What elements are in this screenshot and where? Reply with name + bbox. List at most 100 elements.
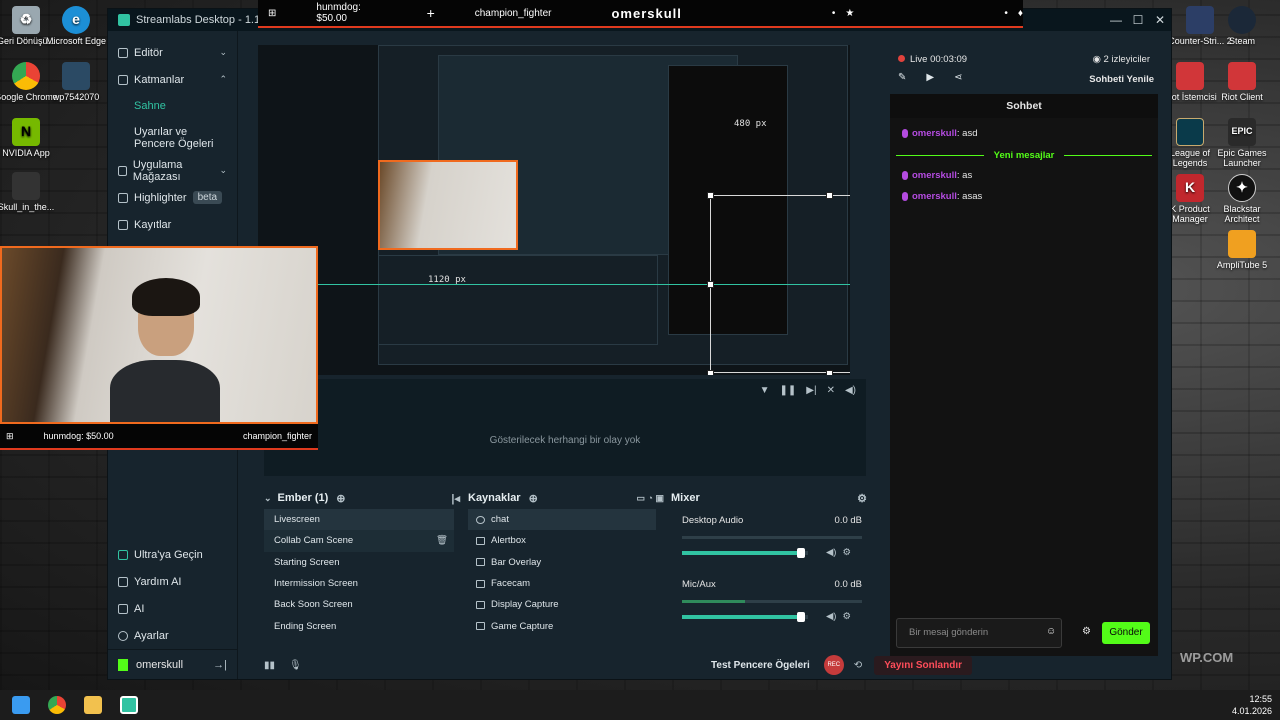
source-item[interactable]: Game Capture — [468, 615, 656, 636]
chevron-down-icon[interactable]: ⌄ — [264, 493, 272, 504]
scene-item[interactable]: Back Soon Screen — [264, 594, 454, 615]
video-icon[interactable]: ▶ — [926, 72, 934, 83]
maximize-button[interactable]: ☐ — [1127, 9, 1149, 31]
edit-icon[interactable]: ✎ — [898, 72, 906, 83]
volume-knob[interactable] — [797, 547, 806, 558]
speaker-icon[interactable]: ◀) — [826, 611, 836, 622]
chat-message-input[interactable]: Bir mesaj gönderin — [896, 618, 1062, 648]
logout-icon[interactable]: →| — [213, 659, 227, 671]
mute-alerts-icon[interactable]: ✕ — [827, 385, 835, 396]
gear-icon[interactable]: ⚙ — [857, 492, 867, 505]
beta-badge: beta — [192, 191, 223, 204]
system-clock[interactable]: 12:55 4.01.2026 — [1232, 693, 1272, 717]
riot-client-icon[interactable]: Riot Client — [1210, 62, 1274, 103]
gear-icon[interactable]: ⚙ — [842, 547, 851, 558]
source-item[interactable]: Bar Overlay — [468, 552, 656, 573]
close-button[interactable]: ✕ — [1149, 9, 1171, 31]
source-label: chat — [491, 514, 509, 526]
record-button[interactable]: REC — [823, 655, 844, 675]
add-source-icon[interactable]: ⊕ — [529, 492, 538, 505]
scene-item[interactable]: Collab Cam Scene 🗑 — [264, 530, 454, 552]
refresh-chat-button[interactable]: Sohbeti Yenile — [1089, 74, 1154, 85]
resize-handle[interactable] — [826, 192, 833, 199]
source-item[interactable]: Alertbox — [468, 530, 656, 551]
source-item[interactable]: Display Capture — [468, 594, 656, 615]
add-scene-icon[interactable]: ⊕ — [336, 492, 345, 505]
minimize-button[interactable]: — — [1105, 9, 1127, 31]
amplitube-icon[interactable]: AmpliTube 5 — [1210, 230, 1274, 271]
source-label: Display Capture — [491, 599, 559, 611]
volume-slider[interactable] — [682, 547, 808, 558]
volume-knob[interactable] — [797, 611, 806, 622]
collapse-icon[interactable]: |◂ — [451, 492, 460, 505]
sidebar-subitem-scene[interactable]: Sahne — [108, 97, 237, 115]
file-explorer-icon[interactable] — [84, 696, 102, 714]
recent-events-panel: ▼ ❚❚ ▶| ✕ ◀) Gösterilecek herhangi bir o… — [264, 379, 866, 476]
chat-username[interactable]: omerskull — [912, 170, 957, 181]
live-time: 00:03:09 — [930, 54, 968, 65]
test-widgets-button[interactable]: Test Pencere Ögeleri — [711, 660, 810, 671]
scene-item[interactable]: Starting Screen — [264, 552, 454, 573]
volume-slider[interactable] — [682, 611, 808, 622]
epic-icon[interactable]: EPIC Epic Games Launcher — [1210, 118, 1274, 169]
selection-box[interactable] — [710, 195, 850, 373]
chevron-down-icon: ⌄ — [219, 165, 227, 175]
sidebar-item-settings[interactable]: Ayarlar — [108, 622, 237, 649]
image-file-icon[interactable]: wp7542070 — [44, 62, 108, 103]
sidebar-item-layers[interactable]: Katmanlar ⌃ — [108, 66, 237, 93]
stats-icon[interactable]: ▮▮ — [264, 660, 275, 671]
sidebar-item-highlighter[interactable]: Highlighter beta — [108, 184, 237, 211]
gear-icon[interactable]: ⚙ — [842, 611, 851, 622]
blackstar-icon[interactable]: ✦ Blackstar Architect — [1210, 174, 1274, 225]
sidebar-item-app-store[interactable]: Uygulama Mağazası ⌄ — [108, 157, 237, 184]
trash-icon[interactable]: 🗑 — [436, 535, 448, 546]
sources-header: Kaynaklar ⊕ ▭ ◔ ▣ — [468, 487, 664, 509]
gear-icon[interactable]: ⚙ — [1082, 626, 1091, 637]
sidebar-subitem-alerts-widgets[interactable]: Uyarılar ve Pencere Ögeleri — [108, 123, 218, 153]
source-item[interactable]: Facecam — [468, 573, 656, 594]
source-item[interactable]: chat — [468, 509, 656, 531]
live-dot — [898, 55, 905, 62]
send-button[interactable]: Gönder — [1102, 622, 1150, 644]
sidebar-item-editor[interactable]: Editör ⌄ — [108, 39, 237, 66]
user-account[interactable]: omerskull →| — [108, 649, 237, 679]
sidebar-item-help-ai[interactable]: Yardım AI — [108, 568, 237, 595]
resize-handle[interactable] — [707, 192, 714, 199]
sidebar-item-ultra[interactable]: Ultra'ya Geçin — [108, 541, 237, 568]
chrome-taskbar-icon[interactable] — [48, 696, 66, 714]
streamlabs-logo-icon — [118, 14, 130, 26]
video-file-icon[interactable]: Skull_in_the... — [0, 172, 58, 213]
sidebar-item-ai[interactable]: AI — [108, 595, 237, 622]
chevron-up-icon: ⌃ — [219, 74, 227, 84]
replay-icon[interactable]: ⟲ — [854, 660, 862, 671]
scene-item[interactable]: Ending Screen — [264, 615, 454, 636]
pause-icon[interactable]: ❚❚ — [780, 385, 797, 396]
stream-preview[interactable]: 1120 px 480 px — [258, 45, 850, 375]
gamepad-icon — [476, 622, 485, 631]
steam-icon[interactable]: Steam — [1210, 6, 1274, 47]
nvidia-icon[interactable]: N NVIDIA App — [0, 118, 58, 159]
resize-handle[interactable] — [707, 370, 714, 375]
chat-username[interactable]: omerskull — [912, 191, 957, 202]
emoji-icon[interactable]: ☺ — [1046, 626, 1056, 637]
speaker-icon[interactable]: ◀) — [826, 547, 836, 558]
scene-item[interactable]: Livescreen — [264, 509, 454, 531]
scene-item[interactable]: Intermission Screen — [264, 573, 454, 594]
sidebar-item-label: Yardım AI — [134, 575, 182, 588]
mic-icon[interactable]: 🎙 — [289, 660, 302, 671]
webcam-alert-bar: ⊞ hunmdog: $50.00 champion_fighter — [0, 424, 318, 450]
chat-username[interactable]: omerskull — [912, 128, 957, 139]
filter-icon[interactable]: ▼ — [760, 385, 770, 396]
windows-start-icon[interactable] — [12, 696, 30, 714]
source-tools-icon[interactable]: ▭ ◔ ▣ — [637, 493, 664, 504]
skip-icon[interactable]: ▶| — [806, 385, 816, 396]
edge-icon[interactable]: e Microsoft Edge — [44, 6, 108, 47]
resize-handle[interactable] — [826, 370, 833, 375]
chat-text: : asas — [956, 191, 983, 202]
end-stream-button[interactable]: Yayını Sonlandır — [874, 655, 972, 675]
streamlabs-taskbar-icon[interactable] — [120, 696, 138, 714]
volume-icon[interactable]: ◀) — [845, 385, 856, 396]
resize-handle[interactable] — [707, 281, 714, 288]
share-icon[interactable]: ⋖ — [954, 72, 962, 83]
sidebar-item-recordings[interactable]: Kayıtlar — [108, 211, 237, 238]
